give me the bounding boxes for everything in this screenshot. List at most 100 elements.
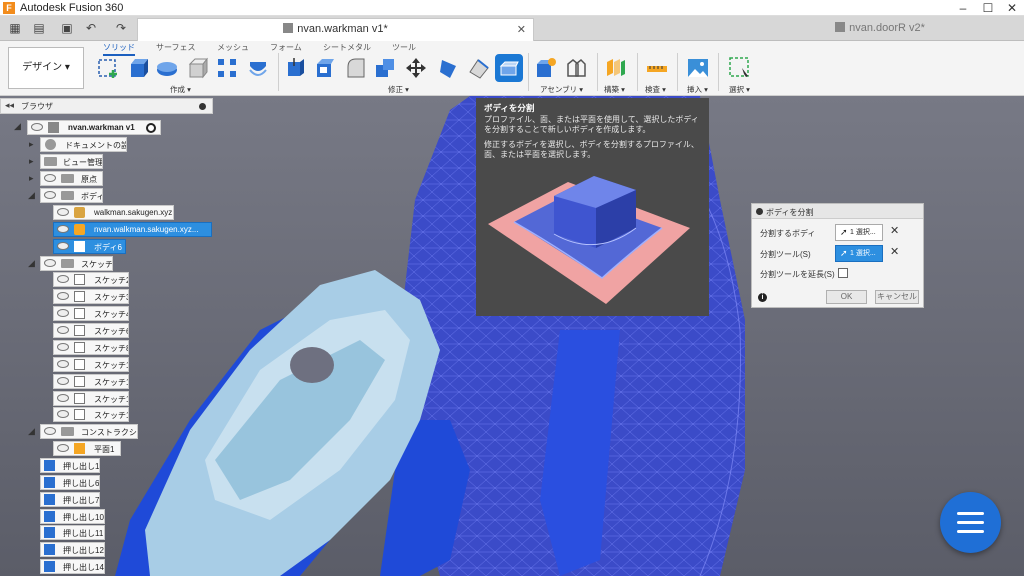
minimize-icon[interactable]: – — [955, 1, 971, 15]
menu-fab-button[interactable] — [940, 492, 1001, 553]
expand-icon[interactable]: ▸ — [29, 156, 34, 167]
split-body-icon[interactable] — [495, 54, 523, 82]
workspace-dropdown[interactable]: デザイン ▾ — [8, 47, 84, 89]
collapse-icon[interactable]: ◢ — [28, 426, 35, 437]
group-inspect-label[interactable]: 検査 ▾ — [645, 84, 666, 95]
tree-item-origin[interactable]: 原点 — [40, 171, 103, 186]
scale-icon[interactable] — [466, 56, 490, 80]
joint-icon[interactable] — [564, 56, 588, 80]
move-icon[interactable] — [404, 56, 428, 80]
collapse-icon[interactable]: ◢ — [28, 190, 35, 201]
tree-item-sketch[interactable]: スケッチ11 — [53, 374, 129, 389]
press-pull-icon[interactable] — [284, 56, 308, 80]
tree-item-sketch[interactable]: スケッチ3 — [53, 289, 129, 304]
timeline-extrude[interactable]: 押し出し1 — [40, 458, 100, 473]
tab-mesh[interactable]: メッシュ — [217, 42, 249, 53]
clear-body-icon[interactable]: ✕ — [890, 224, 899, 237]
tab-sheetmetal[interactable]: シートメタル — [323, 42, 371, 53]
redo-icon[interactable]: ↷ — [112, 20, 130, 36]
file-icon[interactable]: ▤ — [30, 20, 48, 36]
timeline-extrude[interactable]: 押し出し11 — [40, 525, 105, 540]
save-icon[interactable]: ▣ — [58, 20, 76, 36]
collapse-icon[interactable]: ◢ — [14, 121, 21, 132]
group-select-label[interactable]: 選択 ▾ — [729, 84, 750, 95]
tab-surface[interactable]: サーフェス — [156, 42, 196, 53]
tree-item-bodies[interactable]: ボディ — [40, 188, 103, 203]
tree-item-sketch[interactable]: スケッチ13 — [53, 407, 129, 422]
group-insert-label[interactable]: 挿入 ▾ — [687, 84, 708, 95]
offset-plane-icon[interactable] — [604, 56, 628, 80]
eye-icon[interactable] — [57, 360, 69, 368]
eye-icon[interactable] — [57, 444, 69, 452]
info-icon[interactable]: i — [758, 293, 767, 302]
insert-image-icon[interactable] — [686, 56, 710, 80]
group-create-label[interactable]: 作成 ▾ — [170, 84, 191, 95]
dialog-collapse-icon[interactable] — [756, 208, 763, 215]
pattern-icon[interactable] — [215, 56, 239, 80]
activate-radio-icon[interactable] — [146, 123, 156, 133]
new-component-icon[interactable] — [534, 56, 558, 80]
dialog-header[interactable]: ボディを分割 — [752, 204, 923, 219]
tab-tools[interactable]: ツール — [392, 42, 416, 53]
tree-item-sketch[interactable]: スケッチ10 — [53, 357, 129, 372]
chamfer-icon[interactable] — [344, 56, 368, 80]
tree-item-body-nvan-xyz[interactable]: nvan.walkman.sakugen.xyz... — [53, 222, 212, 237]
timeline-extrude[interactable]: 押し出し6 — [40, 475, 100, 490]
timeline-extrude[interactable]: 押し出し7 — [40, 492, 100, 507]
eye-icon[interactable] — [57, 410, 69, 418]
close-icon[interactable]: ✕ — [1004, 1, 1020, 15]
timeline-extrude[interactable]: 押し出し12 — [40, 542, 105, 557]
expand-icon[interactable]: ▸ — [29, 139, 34, 150]
cancel-button[interactable]: キャンセル — [875, 290, 919, 304]
tab-form[interactable]: フォーム — [270, 42, 302, 53]
eye-icon[interactable] — [57, 309, 69, 317]
measure-icon[interactable] — [645, 56, 669, 80]
eye-icon[interactable] — [57, 326, 69, 334]
shell-icon[interactable] — [373, 56, 397, 80]
tree-item-named-views[interactable]: ビュー管理 — [40, 154, 103, 169]
extend-tool-checkbox[interactable] — [838, 268, 848, 278]
undo-icon[interactable]: ↶ — [82, 20, 100, 36]
timeline-extrude[interactable]: 押し出し10 — [40, 509, 105, 524]
eye-icon[interactable] — [44, 191, 56, 199]
draft-icon[interactable] — [436, 56, 460, 80]
eye-icon[interactable] — [57, 242, 69, 250]
browser-pin-icon[interactable] — [199, 103, 206, 110]
eye-icon[interactable] — [57, 275, 69, 283]
tree-item-body-xyz[interactable]: walkman.sakugen.xyz — [53, 205, 174, 220]
ok-button[interactable]: OK — [826, 290, 867, 304]
tab-doorr[interactable]: nvan.doorR v2* — [736, 18, 1024, 41]
timeline-extrude[interactable]: 押し出し14 — [40, 559, 105, 574]
group-modify-label[interactable]: 修正 ▾ — [388, 84, 409, 95]
tree-item-body6[interactable]: ボディ6 — [53, 239, 126, 254]
eye-icon[interactable] — [44, 427, 56, 435]
tree-root[interactable]: nvan.warkman v1 — [27, 120, 161, 135]
tree-item-sketch[interactable]: スケッチ2 — [53, 272, 129, 287]
revolve-icon[interactable] — [155, 56, 179, 80]
tab-warkman[interactable]: nvan.warkman v1* ✕ — [137, 18, 534, 41]
tree-item-sketch[interactable]: スケッチ8 — [53, 340, 129, 355]
extrude-icon[interactable] — [126, 56, 150, 80]
tree-item-sketch[interactable]: スケッチ4 — [53, 306, 129, 321]
eye-icon[interactable] — [57, 343, 69, 351]
eye-icon[interactable] — [57, 225, 69, 233]
tree-item-document-settings[interactable]: ドキュメントの設定 — [40, 137, 127, 152]
group-assembly-label[interactable]: アセンブリ ▾ — [540, 84, 583, 95]
grid-menu-icon[interactable]: ▦ — [6, 20, 24, 36]
fillet-icon[interactable] — [313, 56, 337, 80]
eye-icon[interactable] — [57, 394, 69, 402]
eye-icon[interactable] — [57, 377, 69, 385]
eye-icon[interactable] — [57, 292, 69, 300]
tree-item-plane1[interactable]: 平面1 — [53, 441, 121, 456]
mirror-icon[interactable] — [246, 56, 270, 80]
clear-tool-icon[interactable]: ✕ — [890, 245, 899, 258]
select-icon[interactable] — [728, 56, 752, 80]
split-tool-select[interactable]: ➚ 1 選択... — [835, 245, 883, 262]
tab-solid[interactable]: ソリッド — [103, 42, 135, 56]
collapse-arrows-icon[interactable]: ◂◂ — [5, 100, 14, 111]
expand-icon[interactable]: ▸ — [29, 173, 34, 184]
tab-close-icon[interactable]: ✕ — [517, 23, 526, 36]
maximize-icon[interactable]: ☐ — [980, 1, 996, 15]
browser-header[interactable]: ◂◂ ブラウザ — [0, 98, 213, 114]
eye-icon[interactable] — [44, 174, 56, 182]
